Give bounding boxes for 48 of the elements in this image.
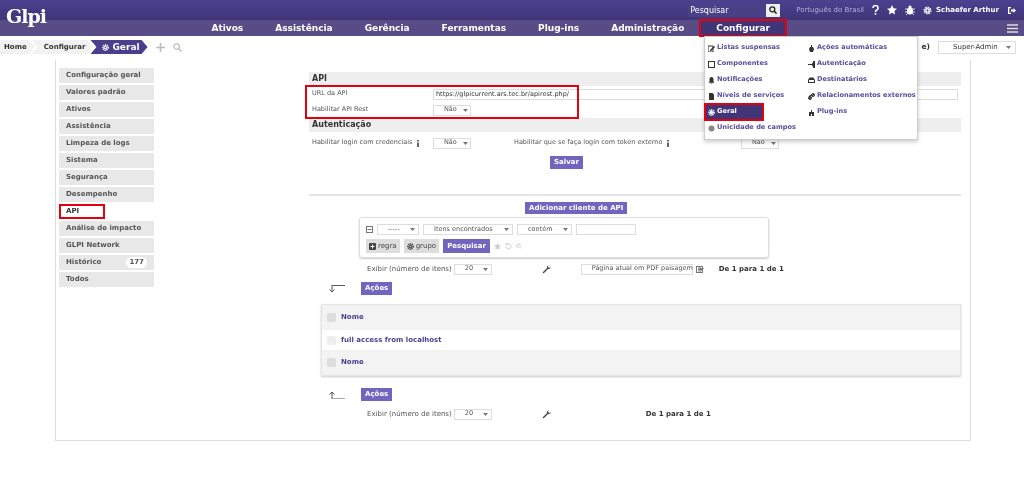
- info-icon: [666, 139, 671, 147]
- menu-tab[interactable]: Gerência: [348, 20, 426, 36]
- document-icon: [708, 92, 715, 100]
- value-field[interactable]: [576, 224, 636, 235]
- gear-icon: [406, 242, 414, 250]
- wrench-icon: [541, 264, 551, 274]
- settings-icon[interactable]: [923, 5, 933, 15]
- square-icon: [708, 60, 715, 68]
- menu-icon[interactable]: [1007, 24, 1018, 33]
- arrow-up-icon: [329, 390, 345, 399]
- logo[interactable]: Glpi: [6, 2, 46, 30]
- star-icon[interactable]: [493, 242, 501, 250]
- logout-icon[interactable]: [1007, 5, 1016, 15]
- search-button[interactable]: [766, 3, 781, 17]
- help-icon[interactable]: [872, 5, 880, 15]
- gear-icon: [708, 108, 715, 116]
- caret-icon: [698, 267, 704, 271]
- menu-tab[interactable]: Ferramentas: [425, 20, 523, 36]
- info-icon: [416, 139, 421, 147]
- menu-tab[interactable]: Configurar: [700, 20, 786, 36]
- search-icon: [769, 6, 778, 14]
- caret-icon: [563, 228, 568, 231]
- wrench-icon: [541, 409, 551, 419]
- caret-icon: [1006, 45, 1011, 49]
- bell-icon: [708, 76, 715, 84]
- search-field[interactable]: Pesquisar: [688, 3, 767, 17]
- caret-icon: [410, 228, 415, 231]
- export-icon[interactable]: [695, 265, 703, 273]
- link-icon: [808, 92, 815, 100]
- menu-tab[interactable]: Ativos: [195, 20, 260, 36]
- bug-icon[interactable]: [905, 5, 916, 15]
- gear-icon: [102, 44, 110, 51]
- plus-square-icon: [369, 242, 376, 250]
- arrow-down-icon: [329, 284, 345, 293]
- menu-tab[interactable]: Plug-ins: [522, 20, 596, 36]
- caret-icon: [504, 228, 509, 231]
- star-icon[interactable]: [887, 5, 898, 15]
- menu-tab[interactable]: Assistência: [259, 20, 349, 36]
- menu-tab[interactable]: Administração: [595, 20, 701, 36]
- circle-icon: [708, 124, 715, 132]
- caret-icon: [482, 412, 488, 416]
- collapse-icon[interactable]: [366, 226, 373, 233]
- tray-icon: [808, 76, 815, 84]
- caret-icon: [462, 141, 468, 145]
- caret-icon: [462, 108, 468, 112]
- pencil-square-icon: [708, 44, 715, 52]
- breadcrumb-link[interactable]: Geral: [90, 40, 148, 54]
- caret-icon: [482, 267, 488, 271]
